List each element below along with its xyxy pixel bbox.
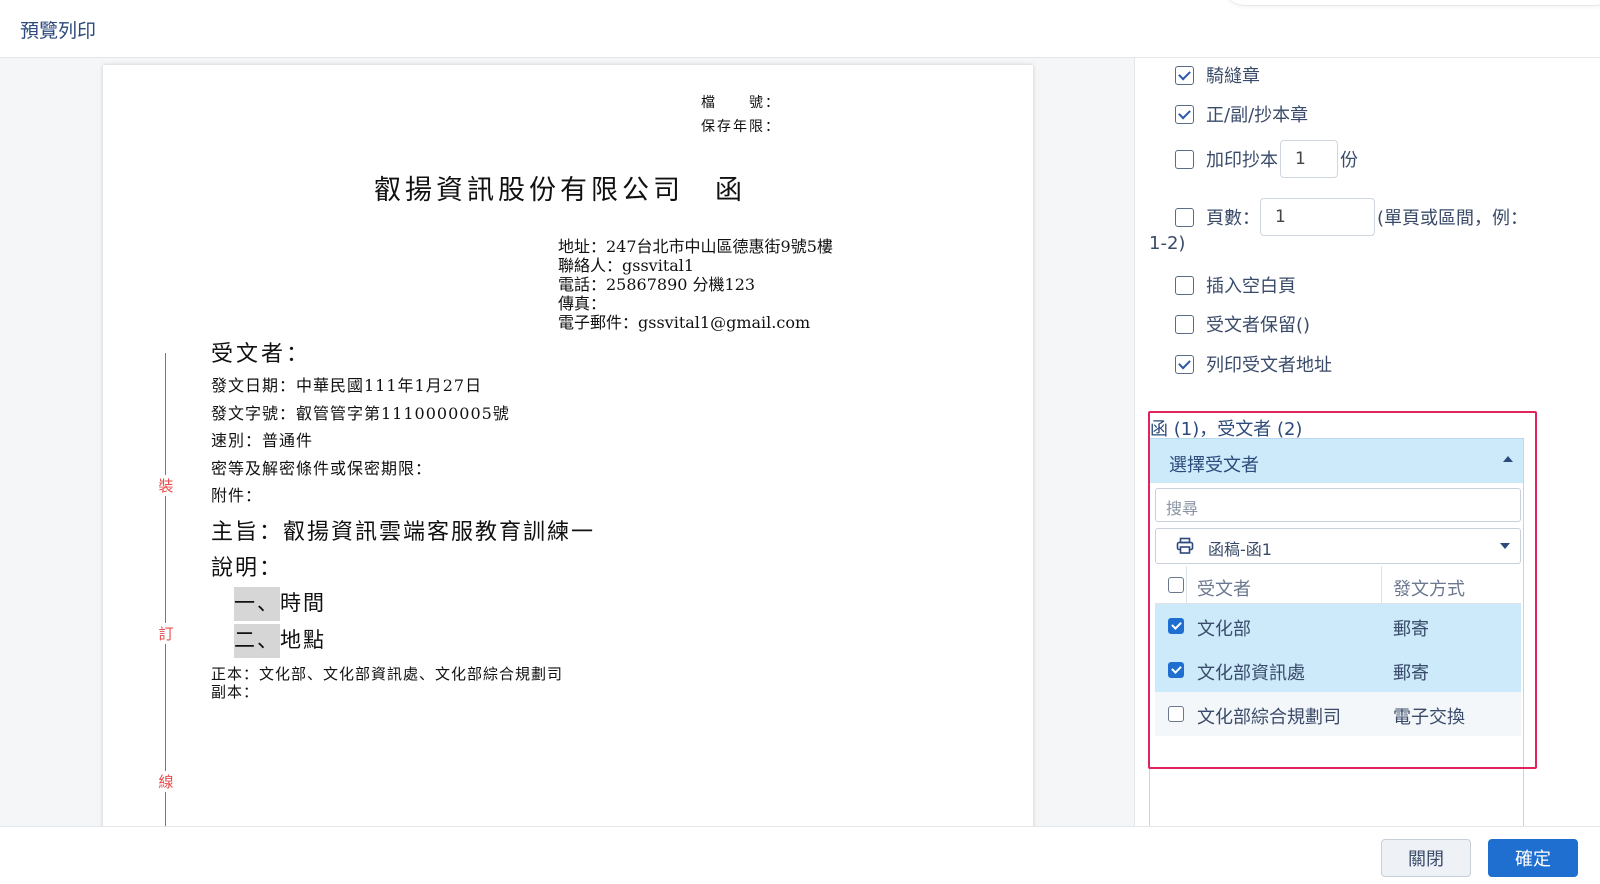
pages-hint: (單頁或區間，例：: [1377, 208, 1529, 229]
item-text: 時間: [280, 591, 326, 615]
explanation-item: 一、時間: [234, 587, 326, 621]
pages-hint-continued: 1-2): [1149, 233, 1186, 254]
pages-checkbox[interactable]: [1175, 207, 1194, 227]
file-number-label: 檔 號：: [701, 95, 781, 111]
attachment: 附件：: [211, 486, 263, 505]
option-blank-page[interactable]: 插入空白頁: [1175, 272, 1296, 298]
recipient-label: 受文者：: [211, 342, 312, 367]
dialog-footer: 關閉 確定: [0, 826, 1600, 884]
option-keep-recipient[interactable]: 受文者保留(): [1175, 311, 1310, 337]
seam-seal-checkbox[interactable]: [1175, 65, 1194, 85]
print-address-checkbox[interactable]: [1175, 354, 1194, 374]
sub-copy: 副本：: [211, 683, 260, 701]
binding-char: 訂: [156, 623, 176, 644]
document-number: 發文字號：叡管管字第1110000005號: [211, 404, 510, 423]
print-preview-area[interactable]: 檔 號： 保存年限： 叡揚資訊股份有限公司 函 地址：247台北市中山區德惠街9…: [0, 58, 1134, 826]
sender-email: 電子郵件：gssvital1@gmail.com: [558, 313, 811, 332]
option-seam-seal[interactable]: 騎縫章: [1175, 62, 1260, 88]
option-copy-seal[interactable]: 正/副/抄本章: [1175, 101, 1308, 127]
explanation-item: 二、地點: [234, 624, 326, 658]
copy-seal-checkbox[interactable]: [1175, 104, 1194, 124]
retention-label: 保存年限：: [701, 119, 781, 135]
item-number: 二、: [234, 624, 280, 658]
blank-page-label: 插入空白頁: [1206, 276, 1296, 297]
company-title: 叡揚資訊股份有限公司 函: [374, 175, 746, 206]
extra-copies-input[interactable]: 1: [1280, 140, 1338, 178]
issue-date: 發文日期：中華民國111年1月27日: [211, 376, 483, 395]
pages-input[interactable]: 1: [1260, 198, 1375, 236]
dialog-header: 預覽列印: [0, 0, 1600, 58]
option-extra-copies[interactable]: 加印抄本 1 份: [1175, 140, 1358, 178]
item-text: 地點: [280, 628, 326, 652]
copy-seal-label: 正/副/抄本章: [1206, 105, 1309, 126]
seam-seal-label: 騎縫章: [1206, 66, 1260, 87]
print-address-label: 列印受文者地址: [1206, 355, 1332, 376]
header-decoration: [1220, 0, 1600, 6]
sender-phone: 電話：25867890 分機123: [558, 275, 756, 294]
keep-recipient-checkbox[interactable]: [1175, 314, 1194, 334]
item-number: 一、: [234, 587, 280, 621]
print-options-panel[interactable]: 騎縫章 正/副/抄本章 加印抄本 1 份 頁數： 1 (單頁或區間，例： 1-2…: [1134, 58, 1600, 826]
binding-char: 裝: [156, 475, 176, 496]
binding-char: 線: [156, 771, 176, 792]
subject: 主旨：叡揚資訊雲端客服教育訓練一: [211, 520, 596, 545]
sender-contact: 聯絡人：gssvital1: [558, 256, 695, 275]
pages-label: 頁數：: [1206, 208, 1260, 229]
extra-copies-label: 加印抄本: [1206, 150, 1278, 171]
document-page: 檔 號： 保存年限： 叡揚資訊股份有限公司 函 地址：247台北市中山區德惠街9…: [103, 65, 1033, 826]
blank-page-checkbox[interactable]: [1175, 275, 1194, 295]
close-button[interactable]: 關閉: [1381, 839, 1471, 877]
keep-recipient-label: 受文者保留(): [1206, 315, 1311, 336]
highlight-box: [1148, 411, 1537, 769]
speed-class: 速別：普通件: [211, 431, 314, 450]
confirm-button[interactable]: 確定: [1488, 839, 1578, 877]
main-copy: 正本：文化部、文化部資訊處、文化部綜合規劃司: [211, 665, 564, 683]
sender-address: 地址：247台北市中山區德惠街9號5樓: [558, 237, 833, 256]
dialog-title: 預覽列印: [20, 20, 97, 42]
extra-copies-unit: 份: [1340, 150, 1358, 171]
binding-line: [165, 353, 166, 826]
option-pages[interactable]: 頁數： 1 (單頁或區間，例：: [1175, 198, 1528, 236]
option-print-address[interactable]: 列印受文者地址: [1175, 351, 1332, 377]
extra-copies-checkbox[interactable]: [1175, 149, 1194, 169]
sender-fax: 傳真：: [558, 294, 607, 313]
secret-level: 密等及解密條件或保密期限：: [211, 459, 433, 478]
explanation-label: 說明：: [211, 556, 284, 581]
